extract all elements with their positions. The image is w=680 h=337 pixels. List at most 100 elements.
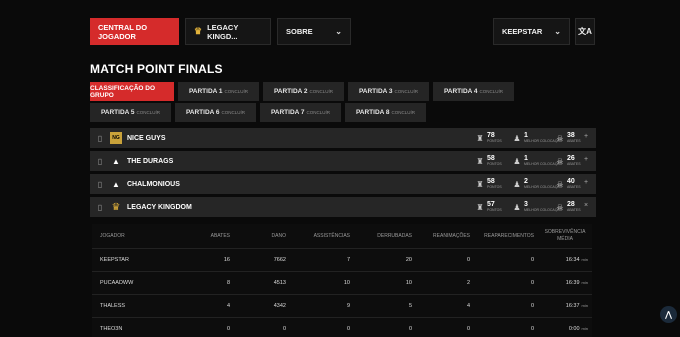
player-name: KEEPSTAR [100,257,129,263]
tab-status: CONCLUÍR [306,110,331,115]
collapse-icon[interactable]: × [584,202,588,209]
expand-icon[interactable]: + [584,156,588,163]
tab-label: PARTIDA 5 [100,109,135,116]
skull-icon: ☠ [556,156,564,166]
points-value: 57 [487,201,495,209]
col-abates: ABATES [210,233,230,239]
tab-partida-6[interactable]: PARTIDA 6 CONCLUÍR [175,103,256,122]
team-row[interactable]: ▯ ♛ LEGACY KINGDOM ♜ 57 PONTOS ♟ 3 MELHOR CO… [90,197,596,217]
kills-label: ABATES [567,139,581,144]
cell-knocks: 5 [408,303,412,309]
team-name: NICE GUYS [127,134,166,142]
central-label: CENTRAL DO JOGADOR [98,22,148,41]
crown-icon: ♛ [194,26,203,36]
player-select-dropdown[interactable]: KEEPSTAR ⌄ [493,18,570,45]
scroll-to-top-button[interactable]: ⋀ [660,306,677,323]
tab-label: PARTIDA 1 [188,88,223,95]
tab-classificacao[interactable]: CLASSIFICAÇÃO DO GRUPO [90,82,174,101]
player-name: PUCAADWW [100,280,134,286]
rank-icon: ▯ [97,156,103,166]
table-row: THEO3N 0 0 0 0 0 0 0:00 min [92,318,592,337]
survival-unit: min [581,303,588,308]
expand-icon[interactable]: + [584,133,588,140]
points-label: PONTOS [487,162,502,167]
col-reaparecimentos: REAPARECIMENTOS [484,233,534,239]
cell-kills: 4 [226,303,230,309]
survival-value: 0:00 [568,326,580,332]
chevron-down-icon: ⌄ [335,27,342,36]
top-bar: CENTRAL DO JOGADOR ♛ LEGACY KINGD... SOB… [90,18,351,45]
points-value: 78 [487,132,495,140]
central-do-jogador-button[interactable]: CENTRAL DO JOGADOR [90,18,179,45]
tab-label: PARTIDA 8 [355,109,390,116]
cell-assists: 9 [346,303,350,309]
team-row[interactable]: ▯ ▲ CHALMONIOUS ♜ 58 PONTOS ♟ 2 MELHOR COLOC… [90,174,596,194]
rank-icon: ▯ [97,133,103,143]
tab-status: CONCLUÍR [221,110,246,115]
podium-icon: ♟ [513,179,521,189]
col-assistencias: ASSISTÊNCIAS [313,233,350,239]
team-name: LEGACY KINGDOM [127,203,192,211]
points-value: 58 [487,155,495,163]
tab-partida-8[interactable]: PARTIDA 8 CONCLUÍR [345,103,426,122]
cell-damage: 0 [282,326,286,332]
kills-label: ABATES [567,162,581,167]
tab-partida-2[interactable]: PARTIDA 2 CONCLUÍR [263,82,344,101]
kills-stat: ☠ 26 ABATES [555,154,581,168]
language-button[interactable]: 文A [575,18,595,45]
chevron-up-icon: ⋀ [665,310,672,319]
cell-revives: 0 [466,326,470,332]
skull-icon: ☠ [556,133,564,143]
cell-damage: 4342 [273,303,286,309]
skull-icon: ☠ [556,202,564,212]
kills-label: ABATES [567,208,581,213]
medal-icon: ♜ [476,202,484,212]
tab-label: PARTIDA 7 [270,109,305,116]
team-logo-icon: ▲ [112,179,120,189]
col-sobrevivencia: SOBREVIVÊNCIA MÉDIA [544,229,586,242]
tab-partida-4[interactable]: PARTIDA 4 CONCLUÍR [433,82,514,101]
cell-knocks: 10 [405,280,412,286]
tab-status: CONCLUÍR [394,89,419,94]
tab-partida-1[interactable]: PARTIDA 1 CONCLUÍR [178,82,259,101]
cell-kills: 16 [223,257,230,263]
cell-respawns: 0 [530,257,534,263]
tab-partida-5[interactable]: PARTIDA 5 CONCLUÍR [90,103,171,122]
survival-value: 16:37 [565,303,580,309]
team-name: THE DURAGS [127,157,174,165]
translate-icon: 文A [578,27,592,36]
player-name: THALESS [100,303,126,309]
sobre-dropdown[interactable]: SOBRE ⌄ [277,18,351,45]
tab-status: CONCLUÍR [136,110,161,115]
cell-kills: 8 [226,280,230,286]
survival-unit: min [581,257,588,262]
points-stat: ♜ 78 PONTOS [475,131,501,145]
tab-partida-7[interactable]: PARTIDA 7 CONCLUÍR [260,103,341,122]
kills-value: 40 [567,178,575,186]
tab-partida-3[interactable]: PARTIDA 3 CONCLUÍR [348,82,429,101]
cell-revives: 2 [466,280,470,286]
cell-knocks: 0 [408,326,412,332]
team-row[interactable]: ▯ ▲ THE DURAGS ♜ 58 PONTOS ♟ 1 MELHOR COLOCA… [90,151,596,171]
points-stat: ♜ 58 PONTOS [475,177,501,191]
tab-label: PARTIDA 2 [273,88,308,95]
podium-icon: ♟ [513,133,521,143]
table-row: KEEPSTAR 16 7662 7 20 0 0 16:34 min [92,249,592,272]
cell-revives: 0 [466,257,470,263]
col-jogador: JOGADOR [100,233,125,239]
cell-respawns: 0 [530,280,534,286]
player-select-label: KEEPSTAR [502,27,543,36]
team-row[interactable]: ▯ NG NICE GUYS ♜ 78 PONTOS ♟ 1 MELHOR COLOCA… [90,128,596,148]
tab-label: CLASSIFICAÇÃO DO GRUPO [90,84,155,99]
expand-icon[interactable]: + [584,179,588,186]
table-header: JOGADOR ABATES DANO ASSISTÊNCIAS DERRUBA… [92,224,592,249]
cell-assists: 7 [346,257,350,263]
medal-icon: ♜ [476,156,484,166]
cell-survival: 16:39 min [538,280,592,286]
team-logo-icon: ▲ [112,156,120,166]
col-derrubadas: DERRUBADAS [377,233,412,239]
survival-value: 16:34 [565,257,580,263]
kills-stat: ☠ 40 ABATES [555,177,580,191]
team-select-button[interactable]: ♛ LEGACY KINGD... [185,18,271,45]
tab-status: CONCLUÍR [309,89,334,94]
